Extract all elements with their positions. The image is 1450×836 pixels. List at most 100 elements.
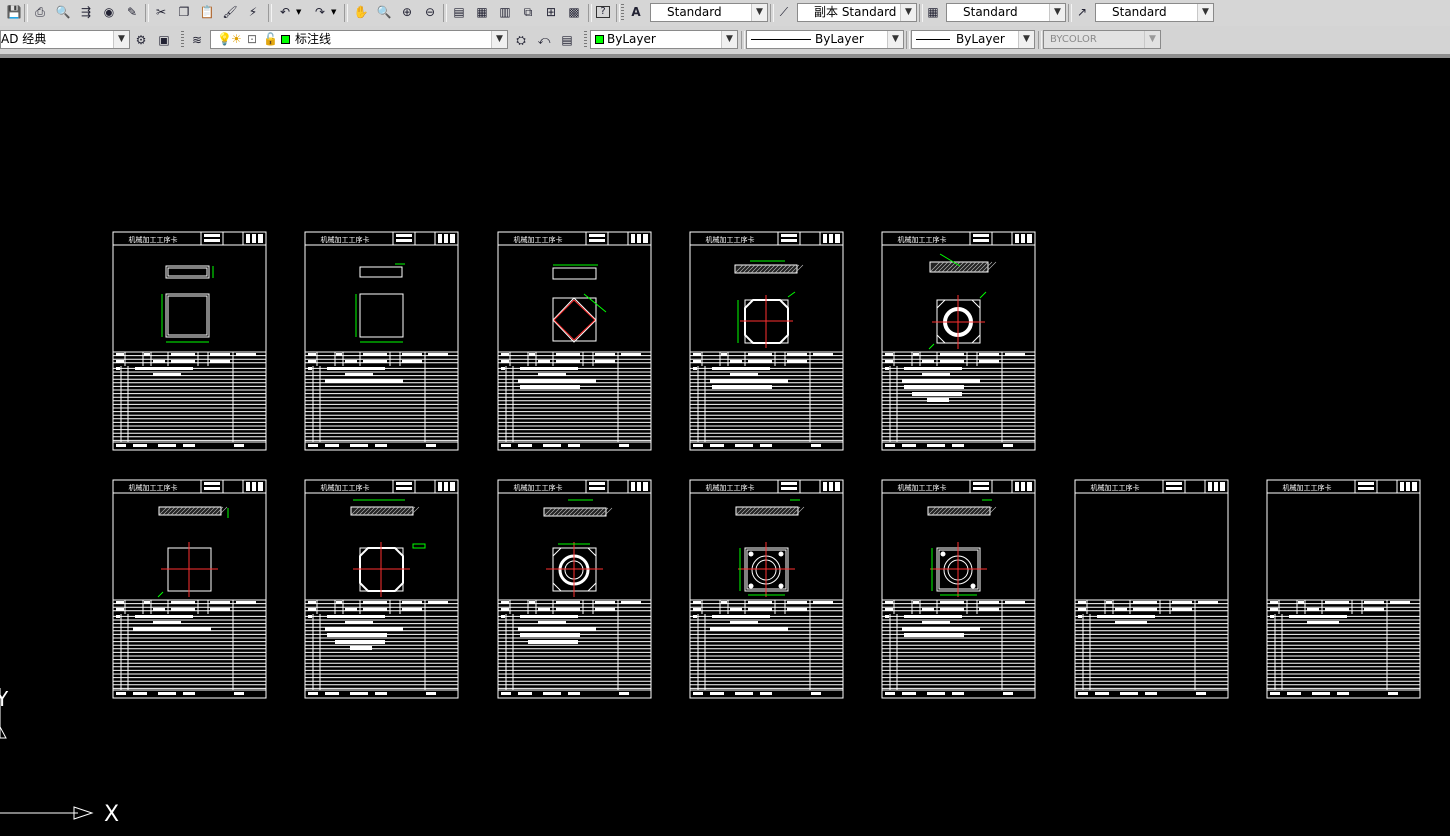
workspace-settings-icon[interactable]: ⚙ xyxy=(132,31,150,49)
chevron-down-icon: ▼ xyxy=(900,4,916,21)
text-bar xyxy=(556,353,580,356)
chevron-down-icon[interactable]: ▼ xyxy=(296,8,301,16)
match-properties-icon[interactable]: 🖌 xyxy=(221,3,239,21)
text-bar xyxy=(1133,601,1157,604)
sheet-set-icon[interactable]: ⧉ xyxy=(519,3,537,21)
match-properties-glyph: 🖌 xyxy=(222,5,238,19)
text-bar xyxy=(1208,482,1212,491)
text-bar xyxy=(116,692,126,695)
dim-style-icon[interactable]: ⟋ xyxy=(775,3,793,21)
text-bar xyxy=(529,601,535,604)
chevron-down-icon[interactable]: ▼ xyxy=(331,8,336,16)
toolbar-grip[interactable] xyxy=(181,31,184,49)
text-bar xyxy=(1078,615,1082,618)
text-bar xyxy=(979,353,999,356)
text-bar xyxy=(1166,487,1182,490)
text-bar xyxy=(730,621,758,624)
text-bar xyxy=(438,482,442,491)
layer-select[interactable]: 💡 ☀ ⊡ 🔓 标注线 ▼ xyxy=(210,30,508,49)
undo-icon[interactable]: ↶ xyxy=(276,3,294,21)
text-bar xyxy=(595,353,615,356)
help-icon[interactable]: ? xyxy=(594,3,612,21)
zoom-realtime-icon[interactable]: 🔍 xyxy=(375,3,393,21)
sheet-title: 机械加工工序卡 xyxy=(898,483,947,492)
text-bar xyxy=(1078,601,1086,604)
save-icon[interactable]: 💾 xyxy=(5,3,23,21)
design-center-glyph: ▦ xyxy=(476,5,488,19)
text-bar xyxy=(940,353,964,356)
text-bar xyxy=(735,692,753,695)
separator xyxy=(741,31,745,49)
text-bar xyxy=(204,487,220,490)
process-card-sheet: 机械加工工序卡 xyxy=(497,479,652,699)
calculator-icon[interactable]: ▩ xyxy=(565,3,583,21)
block-editor-icon[interactable]: ⚡ xyxy=(244,3,262,21)
copy-icon[interactable]: ❐ xyxy=(175,3,193,21)
properties-icon[interactable]: ▤ xyxy=(450,3,468,21)
3d-dwf-icon[interactable]: ◉ xyxy=(100,3,118,21)
layer-state-icon[interactable]: ▤ xyxy=(558,31,576,49)
print-icon[interactable]: ⎙ xyxy=(31,3,49,21)
markup-icon[interactable]: ⊞ xyxy=(542,3,560,21)
table-style-select[interactable]: Standard ▼ xyxy=(946,3,1066,22)
text-bar xyxy=(787,608,807,611)
multileader-style-icon[interactable]: ↗ xyxy=(1073,3,1091,21)
process-card-sheet: 机械加工工序卡 xyxy=(112,231,267,451)
text-bar xyxy=(589,234,605,237)
text-bar xyxy=(336,601,342,604)
zoom-previous-icon[interactable]: ⊖ xyxy=(421,3,439,21)
zoom-realtime-glyph: 🔍 xyxy=(376,5,392,19)
workspace-select[interactable]: AD 经典 ▼ xyxy=(0,30,130,49)
drawing-canvas[interactable]: 机械加工工序卡 机械加工工序卡 机械加工工序卡 机械加工工序卡 机械加工工序卡机械加工工… xyxy=(0,58,1450,836)
text-bar xyxy=(1287,692,1301,695)
text-bar xyxy=(1078,608,1086,611)
make-current-layer-icon[interactable]: ⛭ xyxy=(512,31,530,49)
text-bar xyxy=(568,692,580,695)
design-center-icon[interactable]: ▦ xyxy=(473,3,491,21)
etransmit-icon[interactable]: ✎ xyxy=(123,3,141,21)
separator xyxy=(24,4,28,22)
text-bar xyxy=(501,615,505,618)
sheet-title: 机械加工工序卡 xyxy=(321,483,370,492)
text-bar xyxy=(710,444,724,447)
text-bar xyxy=(116,444,126,447)
etransmit-glyph: ✎ xyxy=(126,5,138,19)
text-bar xyxy=(902,692,916,695)
layer-properties-icon[interactable]: ≋ xyxy=(188,31,206,49)
dim-style-select[interactable]: 副本 Standard ▼ xyxy=(797,3,917,22)
text-bar xyxy=(904,367,962,370)
color-select[interactable]: ByLayer ▼ xyxy=(590,30,738,49)
tool-palettes-icon[interactable]: ▥ xyxy=(496,3,514,21)
process-card-sheet: 机械加工工序卡 xyxy=(1074,479,1229,699)
text-bar xyxy=(396,487,412,490)
multileader-style-select[interactable]: Standard ▼ xyxy=(1095,3,1214,22)
redo-icon[interactable]: ↷ xyxy=(311,3,329,21)
text-style-select[interactable]: Standard ▼ xyxy=(650,3,768,22)
chevron-down-icon: ▼ xyxy=(113,31,129,48)
text-bar xyxy=(375,444,387,447)
sheet-rect xyxy=(167,295,208,336)
table-style-icon[interactable]: ▦ xyxy=(924,3,942,21)
toolbar-grip[interactable] xyxy=(584,31,587,49)
cut-icon[interactable]: ✂ xyxy=(152,3,170,21)
print-preview-icon[interactable]: 🔍 xyxy=(54,3,72,21)
text-bar xyxy=(402,360,422,363)
layer-previous-icon[interactable]: ⤺ xyxy=(535,31,553,49)
text-bar xyxy=(1307,608,1319,611)
text-bar xyxy=(781,482,797,485)
unlock-icon: 🔓 xyxy=(263,32,278,46)
text-bar xyxy=(556,601,580,604)
customize-icon[interactable]: ▣ xyxy=(155,31,173,49)
text-bar xyxy=(520,615,578,618)
pan-icon[interactable]: ✋ xyxy=(352,3,370,21)
linetype-select[interactable]: ByLayer ▼ xyxy=(746,30,904,49)
lineweight-select[interactable]: ByLayer ▼ xyxy=(911,30,1035,49)
text-style-icon[interactable]: A xyxy=(627,3,645,21)
text-bar xyxy=(246,482,250,491)
zoom-window-icon[interactable]: ⊕ xyxy=(398,3,416,21)
text-bar xyxy=(835,234,840,243)
separator xyxy=(906,31,910,49)
toolbar-grip[interactable] xyxy=(621,4,624,22)
paste-icon[interactable]: 📋 xyxy=(198,3,216,21)
publish-icon[interactable]: ⇶ xyxy=(77,3,95,21)
